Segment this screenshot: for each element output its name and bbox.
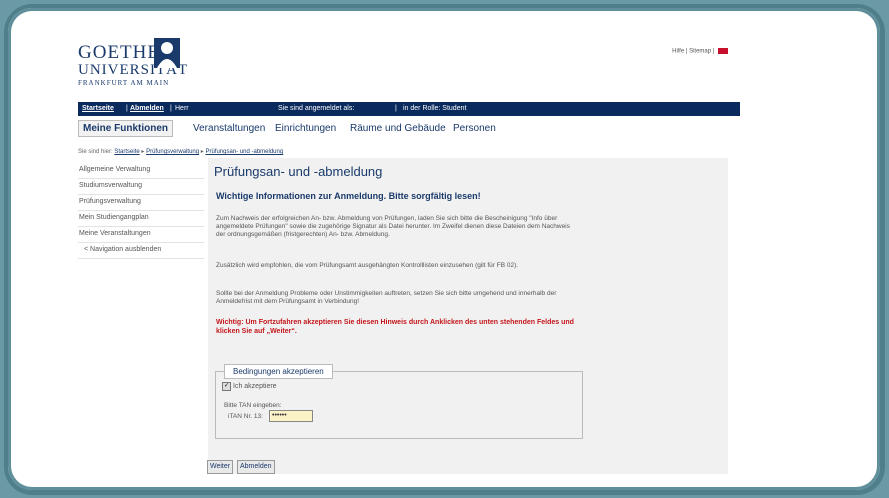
breadcrumb: Sie sind hier: Startseite ▸ Prüfungsverw… (78, 148, 283, 155)
sidebar-item-veranstaltungen[interactable]: Meine Veranstaltungen (78, 227, 204, 243)
breadcrumb-arrow-icon: ▸ (141, 149, 145, 155)
breadcrumb-prefix: Sie sind hier: (78, 149, 113, 155)
next-button[interactable]: Weiter (207, 460, 234, 474)
info-paragraph-3: Sollte bei der Anmeldung Probleme oder U… (216, 290, 557, 305)
logout-link[interactable]: Abmelden (130, 102, 164, 116)
breadcrumb-arrow-icon: ▸ (200, 149, 204, 155)
main-content: Prüfungsan- und -abmeldung Wichtige Info… (208, 158, 728, 474)
top-link-separator-2: | (712, 48, 715, 55)
help-link[interactable]: Hilfe (672, 49, 684, 55)
accept-checkbox[interactable]: ✓ (222, 382, 231, 391)
user-salutation: Herr (175, 105, 189, 112)
sidebar-item-studiumsverwaltung[interactable]: Studiumsverwaltung (78, 179, 204, 195)
top-navigation-bar: Startseite | Abmelden | Herr Sie sind an… (78, 102, 740, 116)
tab-personen[interactable]: Personen (453, 123, 496, 134)
sidebar-item-allgemeine-verwaltung[interactable]: Allgemeine Verwaltung (78, 163, 204, 179)
goethe-portrait-icon (154, 38, 180, 68)
main-navigation: Meine Funktionen Veranstaltungen Einrich… (78, 120, 740, 140)
uk-flag-icon[interactable] (718, 48, 728, 54)
fieldset-legend: Bedingungen akzeptieren (224, 364, 333, 379)
tab-raeume-gebaeude[interactable]: Räume und Gebäude (350, 123, 446, 134)
role-label: in der Rolle: Student (403, 105, 467, 112)
breadcrumb-current[interactable]: Prüfungsan- und -abmeldung (205, 149, 283, 155)
tab-einrichtungen[interactable]: Einrichtungen (275, 123, 336, 134)
tab-meine-funktionen[interactable]: Meine Funktionen (78, 120, 173, 137)
bar-separator: | (126, 105, 128, 112)
bar-separator-3: | (395, 105, 397, 112)
sidebar-hide-navigation[interactable]: < Navigation ausblenden (78, 243, 204, 259)
tan-input[interactable]: •••••• (269, 410, 313, 422)
top-link-separator: | (685, 48, 688, 55)
logo-line-3: FRANKFURT AM MAIN (78, 79, 170, 87)
browser-frame: GOETHE UNIVERSITÄT FRANKFURT AM MAIN Hil… (8, 8, 880, 490)
bar-separator-2: | (170, 105, 172, 112)
sidebar-item-pruefungsverwaltung[interactable]: Prüfungsverwaltung (78, 195, 204, 211)
info-paragraph-2: Zusätzlich wird empfohlen, die vom Prüfu… (216, 262, 519, 269)
tan-label: Bitte TAN eingeben: (224, 402, 282, 409)
logout-button[interactable]: Abmelden (237, 460, 275, 474)
accept-checkbox-label[interactable]: Ich akzeptiere (233, 383, 277, 390)
sidebar: Allgemeine Verwaltung Studiumsverwaltung… (78, 163, 204, 259)
page-title: Prüfungsan- und -abmeldung (214, 164, 383, 179)
accept-conditions-fieldset: Bedingungen akzeptieren ✓ Ich akzeptiere… (215, 364, 583, 439)
logged-in-label: Sie sind angemeldet als: (278, 105, 355, 112)
warning-text: Wichtig: Um Fortzufahren akzeptieren Sie… (216, 319, 574, 335)
page-subtitle: Wichtige Informationen zur Anmeldung. Bi… (216, 191, 481, 201)
sitemap-link[interactable]: Sitemap (689, 49, 711, 55)
sidebar-item-studiengangplan[interactable]: Mein Studiengangplan (78, 211, 204, 227)
itan-number-label: iTAN Nr. 13: (228, 413, 263, 420)
top-links: Hilfe | Sitemap | (672, 48, 728, 55)
home-link[interactable]: Startseite (82, 102, 114, 116)
breadcrumb-pruefungsverwaltung[interactable]: Prüfungsverwaltung (146, 149, 199, 155)
tab-veranstaltungen[interactable]: Veranstaltungen (193, 123, 265, 134)
breadcrumb-home[interactable]: Startseite (114, 149, 139, 155)
info-paragraph-1: Zum Nachweis der erfolgreichen An- bzw. … (216, 215, 570, 238)
